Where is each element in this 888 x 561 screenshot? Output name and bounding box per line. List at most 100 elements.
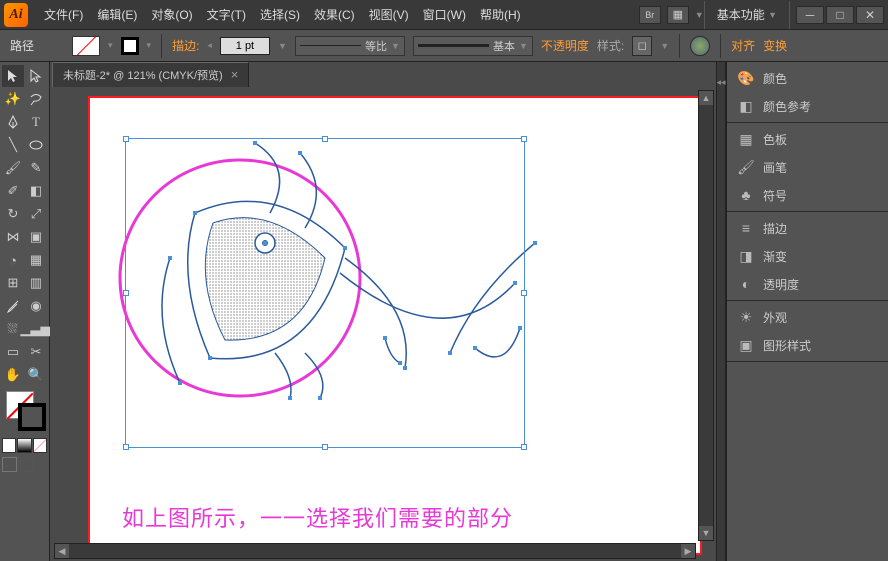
- fill-stroke-indicator[interactable]: [2, 391, 47, 435]
- tab-close-icon[interactable]: ×: [231, 67, 239, 82]
- menu-view[interactable]: 视图(V): [363, 2, 415, 27]
- blob-brush-tool[interactable]: ✐: [2, 180, 24, 202]
- arrange-dropdown[interactable]: ▼: [695, 10, 704, 20]
- menu-help[interactable]: 帮助(H): [474, 2, 527, 27]
- transform-link[interactable]: 变换: [763, 37, 787, 54]
- zoom-tool[interactable]: 🔍: [25, 364, 47, 386]
- color-mode-gradient[interactable]: [17, 438, 31, 453]
- canvas[interactable]: 如上图所示，一一选择我们需要的部分: [54, 90, 696, 541]
- menu-object[interactable]: 对象(O): [145, 2, 198, 27]
- stroke-swatch[interactable]: [121, 37, 139, 55]
- pen-tool[interactable]: [2, 111, 24, 133]
- menu-select[interactable]: 选择(S): [254, 2, 306, 27]
- mesh-tool[interactable]: ⊞: [2, 272, 24, 294]
- lasso-tool[interactable]: [25, 88, 47, 110]
- panel-stroke[interactable]: ≡描边: [727, 214, 888, 242]
- hand-tool[interactable]: ✋: [2, 364, 24, 386]
- right-panel-dock: 🎨颜色 ◧颜色参考 ▦色板 🖌画笔 ♣符号 ≡描边 ◨渐变 ◐透明度 ☀外观 ▣…: [726, 62, 888, 561]
- selection-type: 路径: [10, 37, 34, 54]
- arrange-button[interactable]: ▦: [667, 6, 689, 24]
- brush-label: 基本: [493, 38, 515, 54]
- stroke-label[interactable]: 描边:: [172, 37, 199, 54]
- color-mode-none[interactable]: [33, 438, 47, 453]
- panel-swatches[interactable]: ▦色板: [727, 125, 888, 153]
- rotate-tool[interactable]: ↻: [2, 203, 24, 225]
- artboard-tool[interactable]: ▭: [2, 341, 24, 363]
- panel-brushes[interactable]: 🖌画笔: [727, 153, 888, 181]
- horizontal-scrollbar[interactable]: ◀ ▶: [54, 543, 696, 559]
- toolbox: ✨ T ╲ 🖌✎ ✐◧ ↻⤢ ⋈▣ ◔▦ ⊞▥ ◉ ⛆▁▃▅ ▭✂ ✋🔍: [0, 62, 50, 561]
- style-swatch[interactable]: ◻: [632, 36, 652, 56]
- brush-select[interactable]: 基本▼: [413, 36, 533, 56]
- magic-wand-tool[interactable]: ✨: [2, 88, 24, 110]
- control-bar: 路径 ▾ ▾ 描边: ◂ ▼ 等比▼ 基本▼ 不透明度 样式: ◻ ▼ 对齐 变…: [0, 30, 888, 62]
- scale-tool[interactable]: ⤢: [25, 203, 47, 225]
- pencil-tool[interactable]: ✎: [25, 157, 47, 179]
- shape-builder-tool[interactable]: ◔: [2, 249, 24, 271]
- panel-graphic-styles[interactable]: ▣图形样式: [727, 331, 888, 359]
- width-tool[interactable]: ⋈: [2, 226, 24, 248]
- type-tool[interactable]: T: [25, 111, 47, 133]
- handle-ne[interactable]: [521, 136, 527, 142]
- slice-tool[interactable]: ✂: [25, 341, 47, 363]
- menu-effect[interactable]: 效果(C): [308, 2, 361, 27]
- ellipse-tool[interactable]: [25, 134, 47, 156]
- close-button[interactable]: ✕: [856, 6, 884, 24]
- align-link[interactable]: 对齐: [731, 37, 755, 54]
- stroke-indicator[interactable]: [18, 403, 46, 431]
- panel-symbols[interactable]: ♣符号: [727, 181, 888, 209]
- transparency-icon: ◐: [737, 275, 755, 293]
- fill-swatch[interactable]: [72, 36, 100, 56]
- selection-tool[interactable]: [2, 65, 24, 87]
- free-transform-tool[interactable]: ▣: [25, 226, 47, 248]
- panel-collapse-icon[interactable]: ◂◂: [717, 62, 725, 102]
- titlebar: Ai 文件(F) 编辑(E) 对象(O) 文字(T) 选择(S) 效果(C) 视…: [0, 0, 888, 30]
- stroke-dropdown[interactable]: ▾: [147, 40, 152, 51]
- bridge-button[interactable]: Br: [639, 6, 661, 24]
- panel-swatches-label: 色板: [763, 131, 787, 148]
- handle-s[interactable]: [322, 444, 328, 450]
- handle-n[interactable]: [322, 136, 328, 142]
- handle-se[interactable]: [521, 444, 527, 450]
- menu-window[interactable]: 窗口(W): [417, 2, 472, 27]
- panel-color-guide[interactable]: ◧颜色参考: [727, 92, 888, 120]
- workspace-switcher[interactable]: 基本功能 ▼: [704, 1, 790, 29]
- eyedropper-tool[interactable]: [2, 295, 24, 317]
- stroke-increment[interactable]: ▼: [278, 41, 287, 51]
- stroke-icon: ≡: [737, 219, 755, 237]
- handle-w[interactable]: [123, 290, 129, 296]
- opacity-label[interactable]: 不透明度: [541, 37, 589, 54]
- handle-e[interactable]: [521, 290, 527, 296]
- eraser-tool[interactable]: ◧: [25, 180, 47, 202]
- panel-transparency[interactable]: ◐透明度: [727, 270, 888, 298]
- handle-nw[interactable]: [123, 136, 129, 142]
- direct-selection-tool[interactable]: [25, 65, 47, 87]
- line-tool[interactable]: ╲: [2, 134, 24, 156]
- handle-sw[interactable]: [123, 444, 129, 450]
- panel-gradient[interactable]: ◨渐变: [727, 242, 888, 270]
- fill-dropdown[interactable]: ▾: [108, 40, 113, 51]
- stroke-weight-input[interactable]: [220, 37, 270, 55]
- screen-mode-normal[interactable]: [2, 457, 17, 472]
- color-mode-solid[interactable]: [2, 438, 16, 453]
- screen-mode-full[interactable]: [18, 457, 33, 472]
- document-tab[interactable]: 未标题-2* @ 121% (CMYK/预览) ×: [52, 62, 249, 87]
- menu-edit[interactable]: 编辑(E): [91, 2, 143, 27]
- perspective-grid-tool[interactable]: ▦: [25, 249, 47, 271]
- gradient-tool[interactable]: ▥: [25, 272, 47, 294]
- recolor-button[interactable]: [690, 36, 710, 56]
- paintbrush-tool[interactable]: 🖌: [2, 157, 24, 179]
- panel-appearance[interactable]: ☀外观: [727, 303, 888, 331]
- minimize-button[interactable]: ─: [796, 6, 824, 24]
- menu-type[interactable]: 文字(T): [201, 2, 252, 27]
- stroke-decrement[interactable]: ◂: [207, 40, 212, 51]
- menu-file[interactable]: 文件(F): [38, 2, 89, 27]
- maximize-button[interactable]: □: [826, 6, 854, 24]
- vertical-scrollbar[interactable]: ▲ ▼: [698, 90, 714, 541]
- style-dropdown[interactable]: ▼: [660, 41, 669, 51]
- column-graph-tool[interactable]: ▁▃▅: [24, 318, 47, 340]
- stroke-profile-select[interactable]: 等比▼: [295, 36, 405, 56]
- panel-collapse-strip[interactable]: ◂◂: [716, 62, 726, 561]
- panel-color[interactable]: 🎨颜色: [727, 64, 888, 92]
- blend-tool[interactable]: ◉: [25, 295, 47, 317]
